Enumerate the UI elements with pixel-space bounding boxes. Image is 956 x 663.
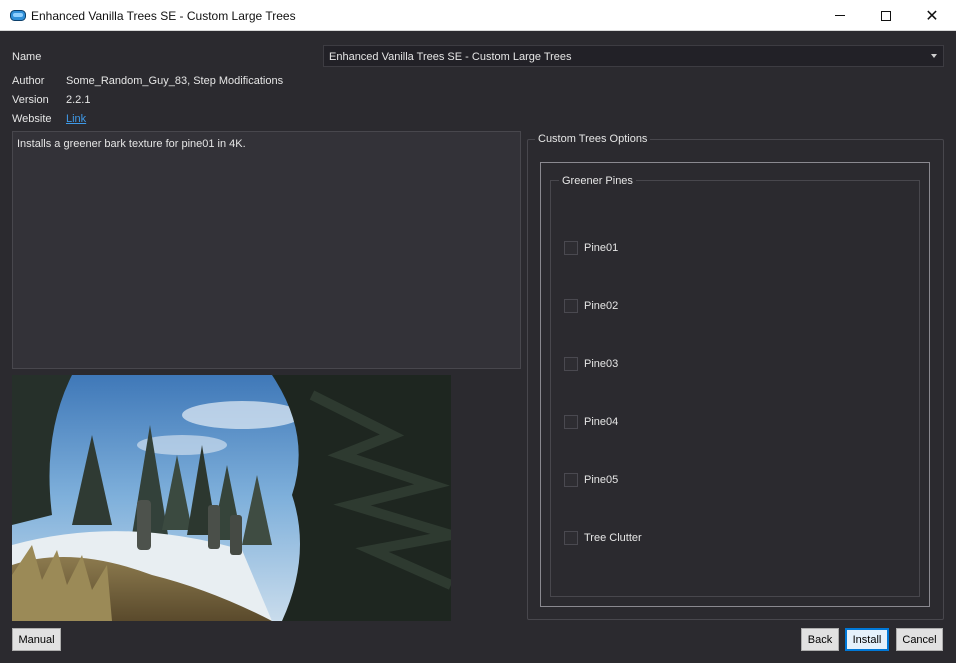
install-button[interactable]: Install — [845, 628, 889, 651]
maximize-button[interactable] — [863, 0, 909, 31]
window-title: Enhanced Vanilla Trees SE - Custom Large… — [31, 9, 296, 23]
checkbox[interactable] — [564, 357, 578, 371]
name-select[interactable]: Enhanced Vanilla Trees SE - Custom Large… — [323, 45, 944, 67]
option-label: Pine02 — [584, 300, 619, 312]
website-label: Website — [12, 113, 52, 125]
option-label: Pine04 — [584, 416, 619, 428]
minimize-button[interactable] — [817, 0, 863, 31]
option-label: Pine03 — [584, 358, 619, 370]
option-label: Pine01 — [584, 242, 619, 254]
close-button[interactable]: ✕ — [909, 0, 955, 31]
preview-image — [12, 375, 451, 621]
option-pine03[interactable]: Pine03 — [564, 356, 618, 372]
version-label: Version — [12, 94, 49, 106]
option-pine04[interactable]: Pine04 — [564, 414, 618, 430]
checkbox[interactable] — [564, 299, 578, 313]
author-value: Some_Random_Guy_83, Step Modifications — [66, 75, 284, 87]
window-titlebar: Enhanced Vanilla Trees SE - Custom Large… — [0, 0, 956, 31]
greener-pines-title: Greener Pines — [559, 175, 636, 187]
description-text: Installs a greener bark texture for pine… — [17, 138, 246, 150]
checkbox[interactable] — [564, 241, 578, 255]
checkbox[interactable] — [564, 415, 578, 429]
back-button[interactable]: Back — [801, 628, 839, 651]
website-link[interactable]: Link — [66, 113, 86, 125]
description-box[interactable]: Installs a greener bark texture for pine… — [12, 131, 521, 369]
option-label: Pine05 — [584, 474, 619, 486]
name-select-value: Enhanced Vanilla Trees SE - Custom Large… — [329, 51, 572, 63]
option-pine02[interactable]: Pine02 — [564, 298, 618, 314]
option-pine01[interactable]: Pine01 — [564, 240, 618, 256]
checkbox[interactable] — [564, 531, 578, 545]
cancel-button[interactable]: Cancel — [896, 628, 943, 651]
close-icon: ✕ — [925, 7, 939, 25]
option-pine05[interactable]: Pine05 — [564, 472, 618, 488]
name-label: Name — [12, 51, 42, 63]
minimize-icon — [835, 15, 845, 16]
maximize-icon — [881, 10, 891, 21]
version-value: 2.2.1 — [66, 94, 91, 106]
option-tree-clutter[interactable]: Tree Clutter — [564, 530, 642, 546]
manual-button[interactable]: Manual — [12, 628, 61, 651]
author-label: Author — [12, 75, 45, 87]
checkbox[interactable] — [564, 473, 578, 487]
custom-trees-options-title: Custom Trees Options — [535, 133, 651, 145]
app-icon — [10, 10, 26, 21]
chevron-down-icon — [931, 54, 937, 58]
option-label: Tree Clutter — [584, 532, 642, 544]
